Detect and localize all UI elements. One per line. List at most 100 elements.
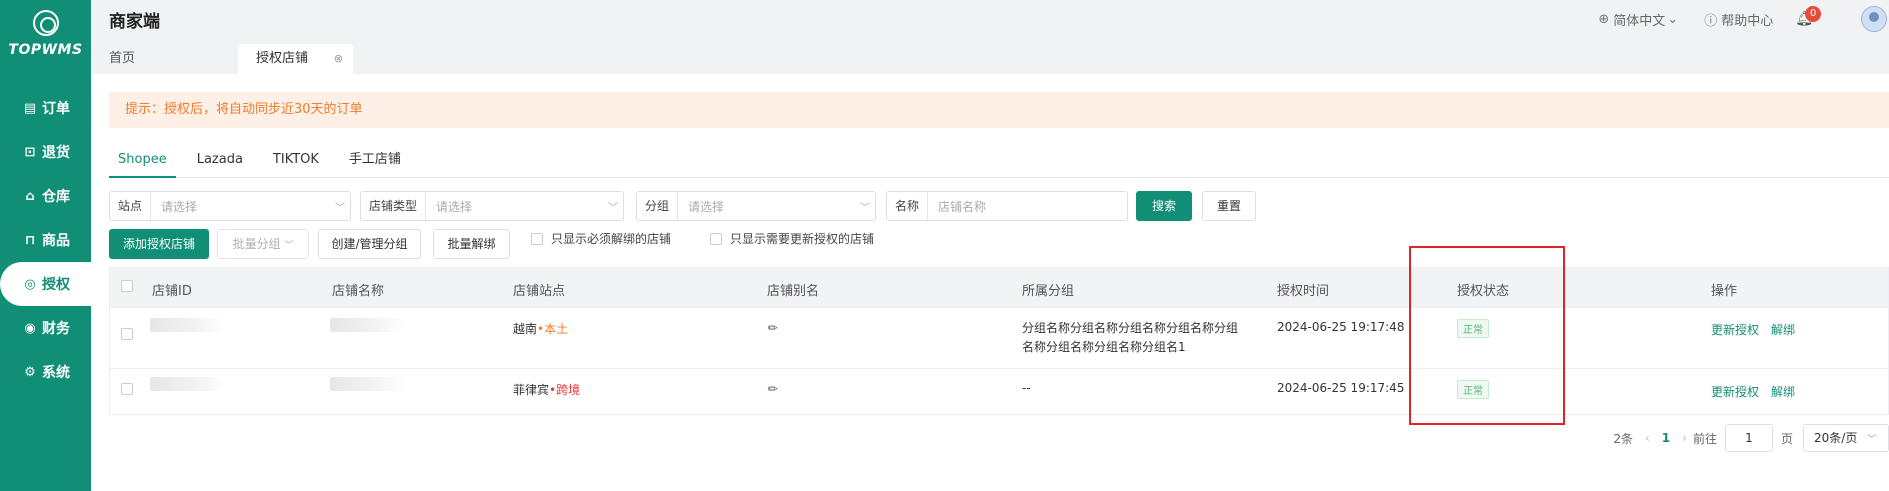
next-page-icon[interactable]: ›: [1682, 431, 1687, 445]
chevron-down-icon: ﹀: [860, 202, 870, 214]
chevron-down-icon: ﹀: [1867, 435, 1877, 445]
header-actions: ⊕ 简体中文 ⌄ ⓘ 帮助中心 🔔︎ 0: [1598, 0, 1889, 38]
add-store-button[interactable]: 添加授权店铺: [109, 229, 209, 259]
sidebar-item-orders[interactable]: ▤ 订单: [0, 86, 91, 130]
platform-tabs: Shopee Lazada TIKTOK 手工店铺: [109, 146, 1889, 178]
store-type-select[interactable]: 店铺类型 请选择 ﹀: [360, 191, 624, 221]
search-button[interactable]: 搜索: [1136, 191, 1192, 221]
col-store-alias: 店铺别名: [767, 284, 820, 299]
batch-group-button[interactable]: 批量分组 ﹀: [217, 229, 309, 259]
help-center-link[interactable]: ⓘ 帮助中心: [1704, 10, 1773, 29]
store-type-label: 店铺类型: [361, 192, 427, 220]
tab-shopee[interactable]: Shopee: [109, 146, 176, 178]
pagination: 2条 ‹ 1 › 前往 1 页 20条/页 ﹀: [1607, 424, 1889, 452]
checkbox[interactable]: [710, 232, 722, 245]
sidebar-item-label: 商品: [42, 233, 70, 249]
site-label: 站点: [110, 192, 152, 220]
language-switcher[interactable]: ⊕ 简体中文 ⌄: [1598, 10, 1682, 29]
tab-lazada[interactable]: Lazada: [188, 146, 252, 178]
page-tabs: 首页 授权店铺 ⊗: [91, 38, 1889, 74]
page-unit: 页: [1780, 431, 1793, 446]
auth-icon: ◎: [24, 276, 36, 292]
select-all-checkbox[interactable]: [121, 280, 141, 295]
need-reauth-label: 只显示需要更新授权的店铺: [730, 232, 875, 246]
store-name-input[interactable]: 名称 店铺名称: [886, 191, 1128, 221]
tab-manual-store[interactable]: 手工店铺: [340, 146, 410, 178]
sidebar-item-auth[interactable]: ◎ 授权: [0, 262, 91, 306]
col-auth-time: 授权时间: [1277, 284, 1330, 299]
manage-group-button[interactable]: 创建/管理分组: [318, 229, 421, 259]
logo[interactable]: TOPWMS: [0, 10, 91, 58]
sidebar-item-label: 退货: [42, 145, 70, 161]
name-placeholder: 店铺名称: [938, 199, 987, 214]
reauth-link[interactable]: 更新授权: [1711, 323, 1759, 337]
close-icon[interactable]: ⊗: [334, 44, 343, 74]
reauth-link[interactable]: 更新授权: [1711, 385, 1759, 399]
tab-home[interactable]: 首页: [91, 44, 154, 74]
status-highlight-box: [1409, 246, 1565, 425]
tab-tiktok[interactable]: TIKTOK: [264, 146, 328, 178]
unbind-link[interactable]: 解绑: [1771, 323, 1795, 337]
site-type: 本土: [544, 322, 569, 336]
prev-page-icon[interactable]: ‹: [1645, 431, 1650, 445]
need-reauth-filter[interactable]: 只显示需要更新授权的店铺: [710, 230, 874, 247]
group-placeholder: 请选择: [688, 199, 725, 214]
row-checkbox[interactable]: [121, 328, 141, 343]
sidebar-item-system[interactable]: ⚙ 系统: [0, 350, 91, 394]
col-store-id: 店铺ID: [152, 284, 192, 299]
warehouse-icon: ⌂: [25, 188, 35, 204]
row-actions: 更新授权 解绑: [1711, 321, 1807, 338]
chevron-down-icon: ﹀: [284, 241, 294, 251]
site-country: 菲律宾: [513, 383, 550, 397]
logo-text: TOPWMS: [8, 42, 83, 58]
top-header: 商家端 ⊕ 简体中文 ⌄ ⓘ 帮助中心 🔔︎ 0: [91, 0, 1889, 38]
store-site: 菲律宾•跨境: [513, 381, 580, 398]
language-label: 简体中文: [1613, 13, 1666, 29]
sidebar-nav: ▤ 订单 ⊡ 退货 ⌂ 仓库 ⊓ 商品 ◎ 授权 ◉ 财务 ⚙ 系统: [0, 86, 91, 394]
sidebar-item-label: 仓库: [42, 189, 70, 205]
auth-time: 2024-06-25 19:17:45: [1277, 381, 1405, 395]
page-number[interactable]: 1: [1662, 431, 1670, 445]
unbind-link[interactable]: 解绑: [1771, 385, 1795, 399]
must-unbind-filter[interactable]: 只显示必须解绑的店铺: [531, 230, 671, 247]
row-actions: 更新授权 解绑: [1711, 383, 1807, 400]
col-store-name: 店铺名称: [332, 284, 385, 299]
goto-label: 前往: [1692, 431, 1717, 446]
notification-bell[interactable]: 🔔︎ 0: [1795, 6, 1822, 27]
tab-authorized-stores[interactable]: 授权店铺 ⊗: [238, 44, 353, 74]
tab-home-label: 首页: [109, 51, 136, 66]
store-id-redacted: [150, 377, 226, 394]
checkbox[interactable]: [531, 232, 543, 245]
avatar[interactable]: [1861, 6, 1887, 32]
notice-banner: 提示：授权后，将自动同步近30天的订单: [109, 92, 1889, 128]
sidebar-item-finance[interactable]: ◉ 财务: [0, 306, 91, 350]
group-label: 分组: [637, 192, 679, 220]
site-type: 跨境: [556, 383, 581, 397]
chevron-down-icon: ⌄: [1667, 11, 1679, 27]
col-actions: 操作: [1711, 284, 1738, 299]
sidebar-item-warehouse[interactable]: ⌂ 仓库: [0, 174, 91, 218]
globe-icon: ⊕: [1598, 11, 1610, 27]
batch-group-label: 批量分组: [232, 237, 281, 251]
group-name: --: [1022, 381, 1031, 395]
page-size-select[interactable]: 20条/页 ﹀: [1803, 424, 1889, 452]
site-select[interactable]: 站点 请选择 ﹀: [109, 191, 351, 221]
chevron-down-icon: ﹀: [335, 202, 345, 214]
col-store-site: 店铺站点: [513, 284, 566, 299]
sidebar-item-products[interactable]: ⊓ 商品: [0, 218, 91, 262]
edit-alias-icon[interactable]: ✎: [765, 319, 782, 336]
store-id-redacted: [150, 318, 226, 335]
group-select[interactable]: 分组 请选择 ﹀: [636, 191, 876, 221]
finance-icon: ◉: [24, 320, 36, 336]
goto-page-input[interactable]: 1: [1724, 424, 1773, 452]
reset-button[interactable]: 重置: [1202, 191, 1256, 221]
site-placeholder: 请选择: [161, 199, 198, 214]
sidebar-item-returns[interactable]: ⊡ 退货: [0, 130, 91, 174]
group-name: 分组名称分组名称分组名称分组名称分组 名称分组名称分组名称分组名1: [1022, 321, 1239, 354]
edit-alias-icon[interactable]: ✎: [765, 380, 782, 397]
sidebar-item-label: 财务: [42, 321, 70, 337]
batch-unbind-button[interactable]: 批量解绑: [433, 229, 510, 259]
row-checkbox[interactable]: [121, 383, 141, 398]
store-type-placeholder: 请选择: [436, 199, 473, 214]
total-count: 2条: [1613, 431, 1633, 446]
